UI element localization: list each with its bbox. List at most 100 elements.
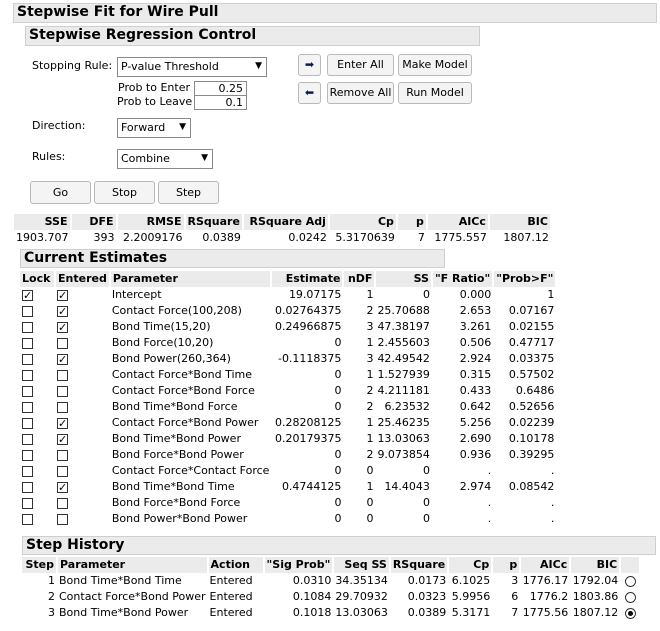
remove-all-button[interactable]: Remove All [327, 82, 394, 104]
p-cell: 0.57502 [508, 368, 555, 381]
stop-button[interactable]: Stop [94, 181, 155, 204]
parameter-cell: Bond Power(260,364) [111, 352, 231, 365]
history-row[interactable]: 3 Bond Time*Bond Power Entered 0.1018 13.030… [22, 605, 640, 621]
stats-value: 1807.12 [503, 231, 549, 244]
lock-cell [20, 303, 55, 319]
entered-cell [55, 463, 110, 479]
p-cell: 0.03375 [508, 352, 555, 365]
step-history-title[interactable]: Step History [22, 536, 656, 555]
run-model-button[interactable]: Run Model [398, 82, 472, 104]
estimates-header: Parameter [109, 271, 273, 287]
lock-checkbox[interactable] [22, 305, 33, 317]
prob-enter-input[interactable]: 0.25 [194, 81, 247, 96]
parameter-cell: Bond Time*Bond Time [59, 574, 182, 587]
entered-checkbox[interactable]: ✓ [57, 481, 68, 493]
current-estimates-title[interactable]: Current Estimates [20, 249, 445, 268]
lock-checkbox[interactable] [22, 481, 33, 493]
history-header: p [492, 557, 522, 573]
ss-cell: 13.03063 [377, 432, 430, 445]
prob-leave-input[interactable]: 0.1 [194, 95, 247, 110]
f-cell: . [487, 512, 492, 525]
estimate-cell: 0 [334, 336, 342, 349]
history-row[interactable]: 1 Bond Time*Bond Time Entered 0.0310 34.3513… [22, 573, 640, 589]
estimate-row: ✓ Bond Time*Bond Power 0.20179375 1 13.03063… [20, 431, 556, 447]
rules-value: Combine [121, 152, 170, 165]
lock-checkbox[interactable] [22, 417, 33, 429]
lock-checkbox[interactable] [22, 321, 33, 333]
lock-checkbox[interactable] [22, 369, 33, 381]
prob-leave-label: Prob to Leave [117, 95, 193, 108]
prob-enter-label: Prob to Enter [118, 81, 190, 94]
estimate-row: Bond Time*Bond Force 0 2 6.23532 0.642 0.5265… [20, 399, 556, 415]
lock-checkbox[interactable] [22, 497, 33, 509]
p-cell: 0.47717 [508, 336, 555, 349]
lock-checkbox[interactable] [22, 433, 33, 445]
entered-checkbox[interactable]: ✓ [57, 417, 68, 429]
lock-checkbox[interactable] [22, 385, 33, 397]
lock-checkbox[interactable] [22, 353, 33, 365]
entered-checkbox[interactable] [57, 369, 68, 381]
lock-checkbox[interactable] [22, 401, 33, 413]
rules-select[interactable]: Combine ▼ [117, 149, 213, 169]
p-cell: . [550, 496, 555, 509]
lock-checkbox[interactable] [22, 337, 33, 349]
ss-cell: 9.073854 [377, 448, 430, 461]
enter-arrow-button[interactable]: ➡ [298, 54, 321, 76]
stopping-rule-select[interactable]: P-value Threshold ▼ [117, 57, 267, 77]
entered-checkbox[interactable]: ✓ [57, 353, 68, 365]
remove-arrow-button[interactable]: ⬅ [298, 82, 321, 104]
stats-header: DFE [70, 214, 118, 230]
lock-cell [20, 495, 55, 511]
entered-checkbox[interactable]: ✓ [57, 305, 68, 317]
lock-checkbox[interactable]: ✓ [22, 289, 33, 301]
entered-checkbox[interactable]: ✓ [57, 289, 68, 301]
ndf-cell: 1 [366, 288, 374, 301]
entered-checkbox[interactable]: ✓ [57, 433, 68, 445]
enter-all-button[interactable]: Enter All [327, 54, 394, 76]
make-model-button[interactable]: Make Model [398, 54, 472, 76]
stats-value: 2.2009176 [123, 231, 183, 244]
estimates-header: "Prob>F" [493, 271, 558, 287]
f-cell: 0.642 [459, 400, 492, 413]
cp-cell: 5.3171 [451, 606, 491, 619]
entered-checkbox[interactable] [57, 449, 68, 461]
entered-checkbox[interactable] [57, 337, 68, 349]
step-radio-button[interactable] [624, 591, 636, 603]
ndf-cell: 3 [366, 352, 374, 365]
entered-checkbox[interactable] [57, 465, 68, 477]
chevron-down-icon: ▼ [255, 61, 262, 71]
entered-checkbox[interactable]: ✓ [57, 321, 68, 333]
lock-checkbox[interactable] [22, 465, 33, 477]
control-panel-title[interactable]: Stepwise Regression Control [25, 26, 480, 46]
estimate-cell: 0.4744125 [281, 480, 342, 493]
estimate-row: Bond Force(10,20) 0 1 2.455603 0.506 0.47717 [20, 335, 556, 351]
estimate-row: ✓ Bond Power(260,364) -0.1118375 3 42.49542 2… [20, 351, 556, 367]
report-title[interactable]: Stepwise Fit for Wire Pull [13, 3, 657, 23]
entered-checkbox[interactable] [57, 497, 68, 509]
stats-header: BIC [488, 214, 552, 230]
ndf-cell: 0 [366, 512, 374, 525]
estimates-header: SS [375, 271, 433, 287]
lock-cell [20, 319, 55, 335]
entered-checkbox[interactable] [57, 385, 68, 397]
entered-checkbox[interactable] [57, 401, 68, 413]
lock-checkbox[interactable] [22, 449, 33, 461]
step-radio-button[interactable] [624, 607, 636, 619]
stats-table: SSE DFE RMSE RSquare RSquare Adj Cp p AICc BIC 19… [14, 214, 552, 246]
estimate-row: Contact Force*Contact Force 0 0 0.. [20, 463, 556, 479]
ndf-cell: 1 [366, 368, 374, 381]
entered-checkbox[interactable] [57, 513, 68, 525]
go-button[interactable]: Go [30, 181, 91, 204]
step-button[interactable]: Step [158, 181, 219, 204]
lock-checkbox[interactable] [22, 513, 33, 525]
stats-header: RSquare [184, 214, 244, 230]
f-cell: 3.261 [459, 320, 492, 333]
history-row[interactable]: 2 Contact Force*Bond Power Entered 0.1084 29… [22, 589, 640, 605]
parameter-cell: Bond Time*Bond Time [111, 480, 235, 493]
entered-cell [55, 399, 110, 415]
history-header: AICc [520, 557, 572, 573]
f-cell: 2.653 [459, 304, 492, 317]
estimate-cell: 19.07175 [288, 288, 342, 301]
step-radio-button[interactable] [624, 575, 636, 587]
direction-select[interactable]: Forward ▼ [117, 118, 191, 138]
